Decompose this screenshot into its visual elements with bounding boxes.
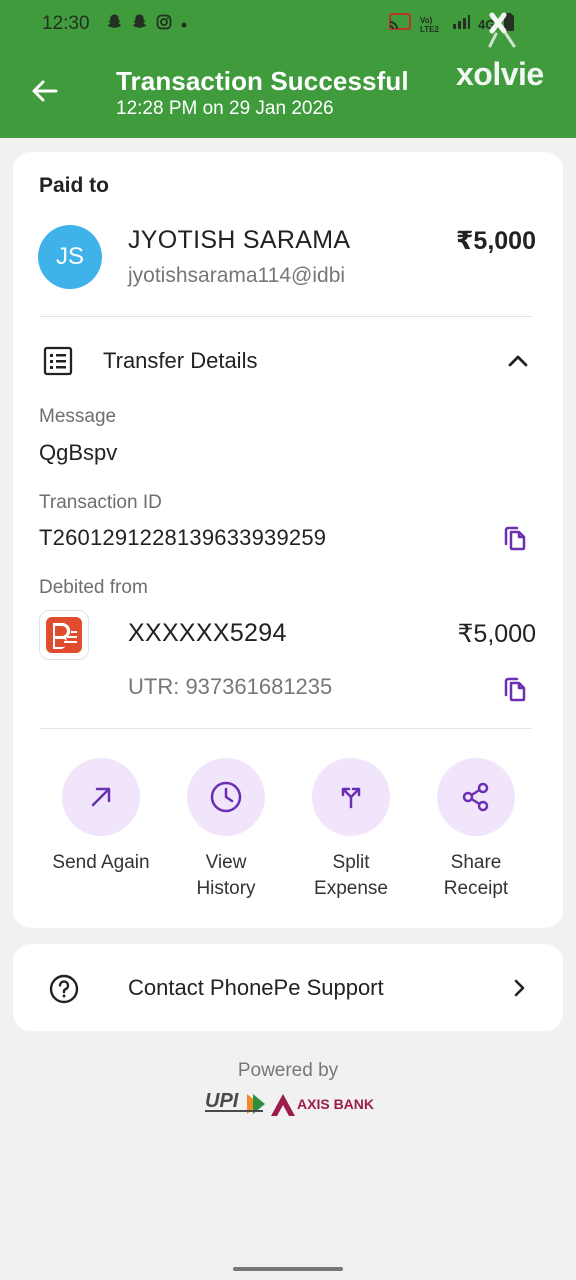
contact-support-label: Contact PhonePe Support xyxy=(128,975,384,1000)
divider xyxy=(40,316,532,317)
paid-amount: ₹5,000 xyxy=(456,227,536,255)
status-time: 12:30 xyxy=(42,13,90,34)
volte-indicator: Vo) LTE2 xyxy=(420,16,439,34)
bank-of-baroda-logo xyxy=(39,610,89,660)
transaction-timestamp: 12:28 PM on 29 Jan 2026 xyxy=(116,98,334,119)
arrow-up-right-icon xyxy=(91,787,111,807)
action-label-line: Send Again xyxy=(52,852,150,873)
action-label-line: View xyxy=(205,852,247,873)
send-again-button[interactable]: Send Again xyxy=(39,758,163,876)
copy-icon xyxy=(504,526,526,551)
snapchat-icon xyxy=(106,13,123,36)
axis-bank-logo-text: AXIS BANK xyxy=(297,1096,374,1112)
view-history-button[interactable]: View History xyxy=(164,758,288,902)
action-label-line: Share xyxy=(450,852,502,873)
watermark-x-icon xyxy=(488,12,516,48)
watermark-text: xolvie xyxy=(456,56,544,92)
instagram-icon xyxy=(156,14,172,36)
share-icon xyxy=(462,782,489,812)
action-label-line: History xyxy=(196,878,256,899)
divider xyxy=(40,728,532,729)
contact-support-button[interactable]: Contact PhonePe Support xyxy=(13,944,563,1031)
action-label: View History xyxy=(164,850,288,902)
message-value: QgBspv xyxy=(39,440,118,465)
action-label: Share Receipt xyxy=(414,850,538,902)
payee-name: JYOTISH SARAMA xyxy=(128,226,351,254)
utr-number: UTR: 937361681235 xyxy=(128,674,333,699)
debited-from-label: Debited from xyxy=(39,577,148,598)
paid-to-label: Paid to xyxy=(39,174,110,197)
page-title: Transaction Successful xyxy=(116,66,409,96)
message-label: Message xyxy=(39,406,117,427)
xolvie-watermark: xolvie xyxy=(456,12,566,92)
share-receipt-button[interactable]: Share Receipt xyxy=(414,758,538,902)
chevron-right-icon xyxy=(505,974,533,1002)
action-circle xyxy=(187,758,265,836)
action-label-line: Receipt xyxy=(443,878,509,899)
home-indicator[interactable] xyxy=(233,1267,343,1271)
action-label-line: Split xyxy=(332,852,370,873)
cast-icon xyxy=(388,12,412,38)
transaction-id-label: Transaction ID xyxy=(39,492,162,513)
copy-icon xyxy=(504,677,526,702)
dot-icon xyxy=(180,15,188,35)
clock-icon xyxy=(210,781,242,813)
action-label: Split Expense xyxy=(289,850,413,902)
action-circle xyxy=(62,758,140,836)
split-expense-button[interactable]: Split Expense xyxy=(289,758,413,902)
powered-by-text: Powered by xyxy=(237,1060,339,1081)
payee-upi-id: jyotishsarama114@idbi xyxy=(128,264,346,287)
transaction-card: Paid to JS JYOTISH SARAMA jyotishsarama1… xyxy=(13,152,563,928)
action-label-line: Expense xyxy=(314,878,388,899)
collapse-details-button[interactable] xyxy=(503,346,533,376)
action-label: Send Again xyxy=(39,850,163,876)
partner-logos: UPI AXIS BANK xyxy=(205,1090,375,1120)
transaction-id-value: T2601291228139633939259 xyxy=(39,525,327,550)
app-header: 12:30 Vo) LTE2 4G Transaction Successful… xyxy=(0,0,576,138)
avatar: JS xyxy=(38,225,102,289)
receipt-list-icon xyxy=(40,343,76,379)
action-circle xyxy=(437,758,515,836)
debit-account-number: XXXXXX5294 xyxy=(128,619,287,647)
snapchat-icon xyxy=(131,13,148,36)
action-circle xyxy=(312,758,390,836)
back-arrow-icon xyxy=(32,80,58,102)
debited-amount: ₹5,000 xyxy=(457,620,536,648)
help-circle-icon xyxy=(48,973,80,1005)
upi-logo-text: UPI xyxy=(205,1090,239,1112)
transfer-details-heading: Transfer Details xyxy=(103,348,258,373)
split-arrows-icon xyxy=(341,787,361,809)
chevron-up-icon xyxy=(508,355,528,367)
back-button[interactable] xyxy=(28,74,62,108)
copy-utr-button[interactable] xyxy=(500,674,530,704)
notification-icons xyxy=(106,13,188,36)
copy-transaction-id-button[interactable] xyxy=(500,523,530,553)
